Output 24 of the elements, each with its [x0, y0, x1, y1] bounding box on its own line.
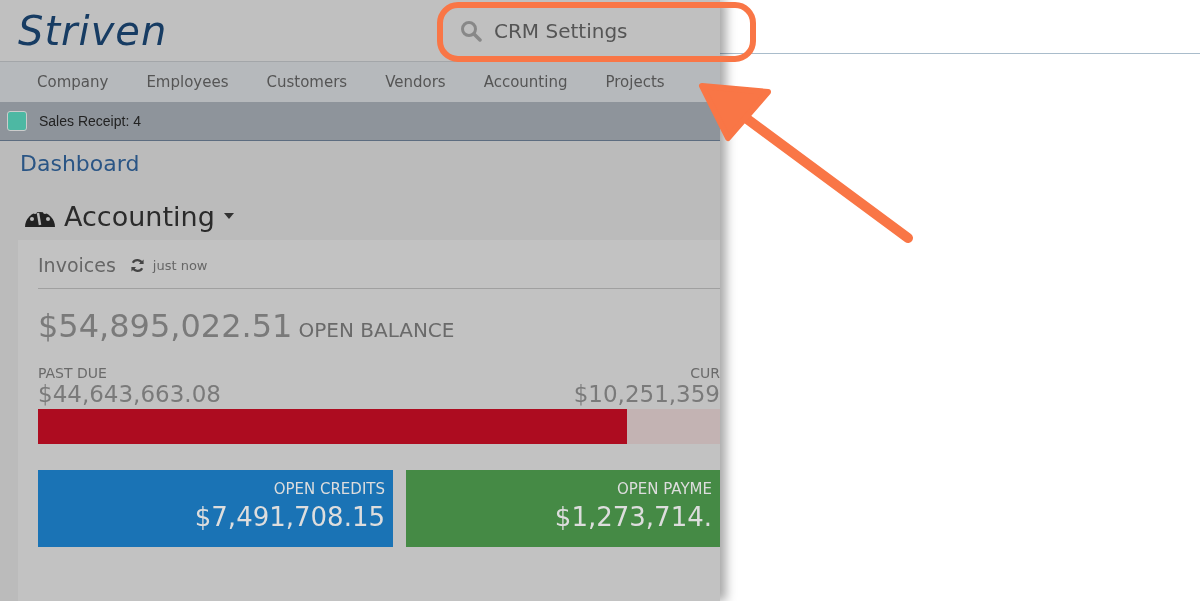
caret-icon[interactable] [222, 212, 235, 220]
nav-item[interactable]: Employees [127, 73, 248, 91]
past-due-amount: $44,643,663.08 [38, 381, 221, 407]
search-field[interactable]: CRM Settings [494, 18, 694, 43]
nav-item[interactable]: Projects [586, 73, 684, 91]
page-title[interactable]: Dashboard [20, 151, 720, 176]
nav-item[interactable]: Company [18, 73, 128, 91]
nav-item[interactable]: Accounting [464, 73, 587, 91]
past-due-label: PAST DUE [38, 365, 108, 381]
card-title: Invoices [38, 254, 116, 276]
current-amount: $10,251,359 [573, 381, 720, 407]
nav-item[interactable]: Vendors [366, 73, 465, 91]
nav-item[interactable]: Customers [247, 73, 367, 91]
updated-time: just now [152, 257, 208, 273]
logo: Striven [18, 7, 168, 54]
balance-amount: $54,895,022.51 [38, 307, 293, 345]
balance-label: OPEN BALANCE [298, 318, 455, 342]
refresh-icon[interactable] [129, 257, 145, 273]
notice-label[interactable]: Sales Receipt: 4 [39, 113, 141, 129]
summary-tile[interactable]: OPEN CREDITS $7,491,708.15 [38, 470, 393, 547]
section-title: Accounting [64, 200, 215, 232]
summary-tile[interactable]: OPEN PAYME $1,273,714. [406, 470, 720, 547]
current-label: CUR [690, 365, 720, 381]
search-icon [460, 19, 482, 42]
